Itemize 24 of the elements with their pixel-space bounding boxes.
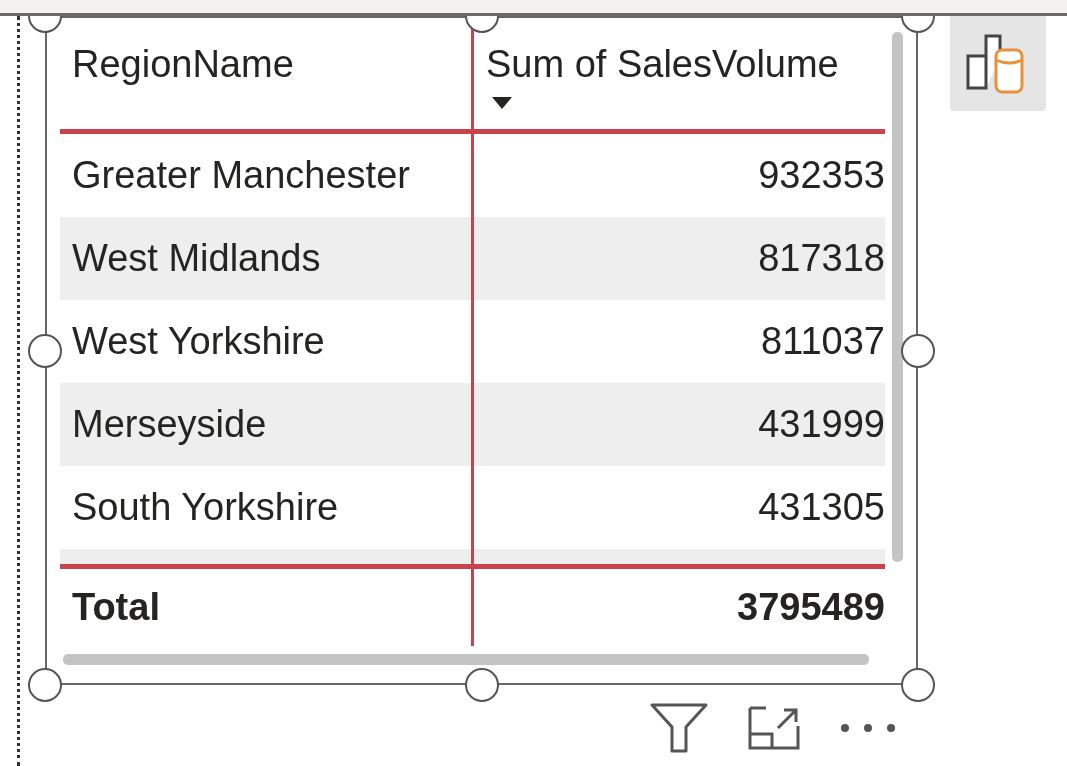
- column-header[interactable]: Sum of SalesVolume: [474, 19, 885, 134]
- resize-handle[interactable]: [901, 668, 935, 702]
- table-cell-text: 811037: [760, 319, 885, 364]
- table-visual[interactable]: RegionName Sum of SalesVolume Greater Manchester 932353 West Midlands 817318 West Yorkshire 811037 Merseyside 431999 South Yorkshire 431305 Total 3795489: [45, 16, 918, 685]
- resize-handle[interactable]: [28, 668, 62, 702]
- table-cell: West Midlands: [60, 217, 474, 300]
- filter-icon[interactable]: [650, 703, 708, 753]
- table-cell: 431999: [474, 383, 885, 466]
- total-value: 3795489: [474, 564, 885, 646]
- vertical-scrollbar[interactable]: [892, 32, 903, 562]
- more-options-icon[interactable]: [840, 723, 896, 733]
- horizontal-scrollbar[interactable]: [63, 654, 869, 665]
- table-cell: 817318: [474, 217, 885, 300]
- table-cell: Merseyside: [60, 383, 474, 466]
- column-header[interactable]: RegionName: [60, 19, 474, 134]
- chart-database-button[interactable]: [950, 15, 1046, 111]
- sort-descending-icon: [492, 97, 512, 109]
- expand-icon[interactable]: [748, 706, 800, 750]
- table-cell-text: 431305: [757, 485, 885, 530]
- resize-handle[interactable]: [901, 333, 935, 368]
- resize-handle[interactable]: [28, 333, 62, 368]
- resize-handle[interactable]: [464, 668, 499, 702]
- total-label: Total: [60, 564, 474, 646]
- table-cell-text: 932353: [757, 153, 885, 198]
